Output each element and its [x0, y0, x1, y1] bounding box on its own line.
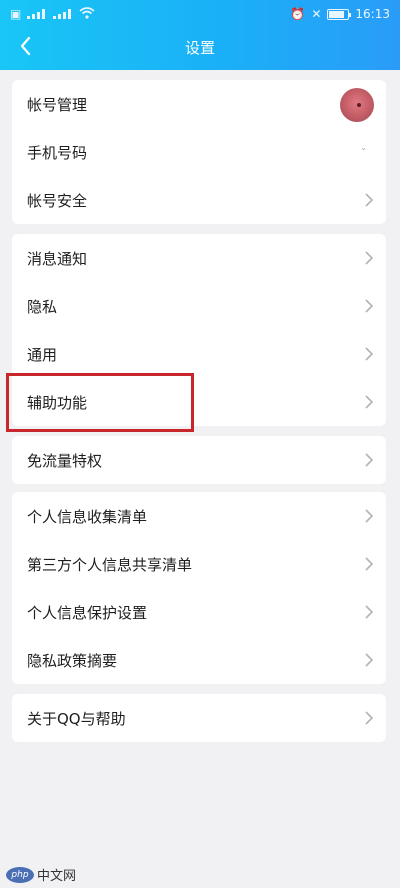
alarm-icon: ⏰: [290, 7, 306, 21]
avatar-icon: [340, 88, 374, 122]
battery-icon: [327, 8, 352, 20]
item-label: 消息通知: [27, 249, 88, 268]
item-label: 关于QQ与帮助: [27, 709, 126, 728]
item-label: 隐私: [27, 297, 58, 316]
settings-item-third-party-sharing-list[interactable]: 第三方个人信息共享清单: [12, 540, 386, 588]
settings-group-data-free: 免流量特权: [12, 436, 386, 484]
chevron-right-icon: [364, 453, 374, 467]
item-label: 通用: [27, 345, 58, 364]
status-right: ⏰ ✕ 16:13: [290, 7, 390, 21]
page-title: 设置: [184, 39, 215, 57]
chevron-right-icon: [364, 605, 374, 619]
item-label: 第三方个人信息共享清单: [27, 555, 193, 574]
settings-item-privacy-policy-summary[interactable]: 隐私政策摘要: [12, 636, 386, 684]
chevron-right-icon: [364, 509, 374, 523]
settings-item-notifications[interactable]: 消息通知: [12, 234, 386, 282]
item-label: 帐号安全: [27, 191, 88, 210]
chevron-right-icon: [364, 251, 374, 265]
signal-icon: [27, 9, 47, 19]
settings-item-account-management[interactable]: 帐号管理: [12, 80, 386, 128]
chevron-right-icon: [364, 299, 374, 313]
settings-item-data-free-privilege[interactable]: 免流量特权: [12, 436, 386, 484]
mute-icon: ✕: [311, 7, 322, 21]
status-left: ▣: [10, 6, 95, 22]
item-label: 隐私政策摘要: [27, 651, 118, 670]
header: ▣ ⏰ ✕ 16:13 设置: [0, 0, 400, 70]
chevron-right-icon: [364, 557, 374, 571]
chevron-right-icon: [364, 395, 374, 409]
settings-group-personal-info: 个人信息收集清单 第三方个人信息共享清单 个人信息保护设置 隐私政策摘要: [12, 492, 386, 684]
phone-value: ˇ: [361, 148, 366, 159]
settings-item-general[interactable]: 通用: [12, 330, 386, 378]
php-logo: php: [6, 866, 34, 883]
settings-item-phone-number[interactable]: 手机号码 ˇ: [12, 128, 386, 176]
chevron-right-icon: [364, 347, 374, 361]
item-label: 帐号管理: [27, 95, 88, 114]
settings-group-about: 关于QQ与帮助: [12, 694, 386, 742]
signal-icon-2: [53, 9, 73, 19]
highlight-annotation: [6, 373, 194, 432]
item-label: 个人信息保护设置: [27, 603, 148, 622]
settings-group-account: 帐号管理 手机号码 ˇ 帐号安全: [12, 80, 386, 224]
chevron-right-icon: [364, 653, 374, 667]
notification-icon: ▣: [10, 7, 22, 21]
item-label: 免流量特权: [27, 451, 103, 470]
status-bar: ▣ ⏰ ✕ 16:13: [0, 0, 400, 28]
item-label: 手机号码: [27, 143, 88, 162]
wifi-icon: [79, 6, 95, 22]
item-label: 个人信息收集清单: [27, 507, 148, 526]
settings-item-privacy[interactable]: 隐私: [12, 282, 386, 330]
settings-item-about-qq-help[interactable]: 关于QQ与帮助: [12, 694, 386, 742]
settings-item-info-collection-list[interactable]: 个人信息收集清单: [12, 492, 386, 540]
chevron-right-icon: [364, 711, 374, 725]
title-bar: 设置: [0, 28, 400, 70]
status-time: 16:13: [355, 7, 390, 21]
settings-item-account-security[interactable]: 帐号安全: [12, 176, 386, 224]
watermark-text: 中文网: [37, 869, 77, 884]
chevron-right-icon: [364, 193, 374, 207]
watermark: php 中文网: [6, 865, 76, 884]
settings-item-info-protection-settings[interactable]: 个人信息保护设置: [12, 588, 386, 636]
